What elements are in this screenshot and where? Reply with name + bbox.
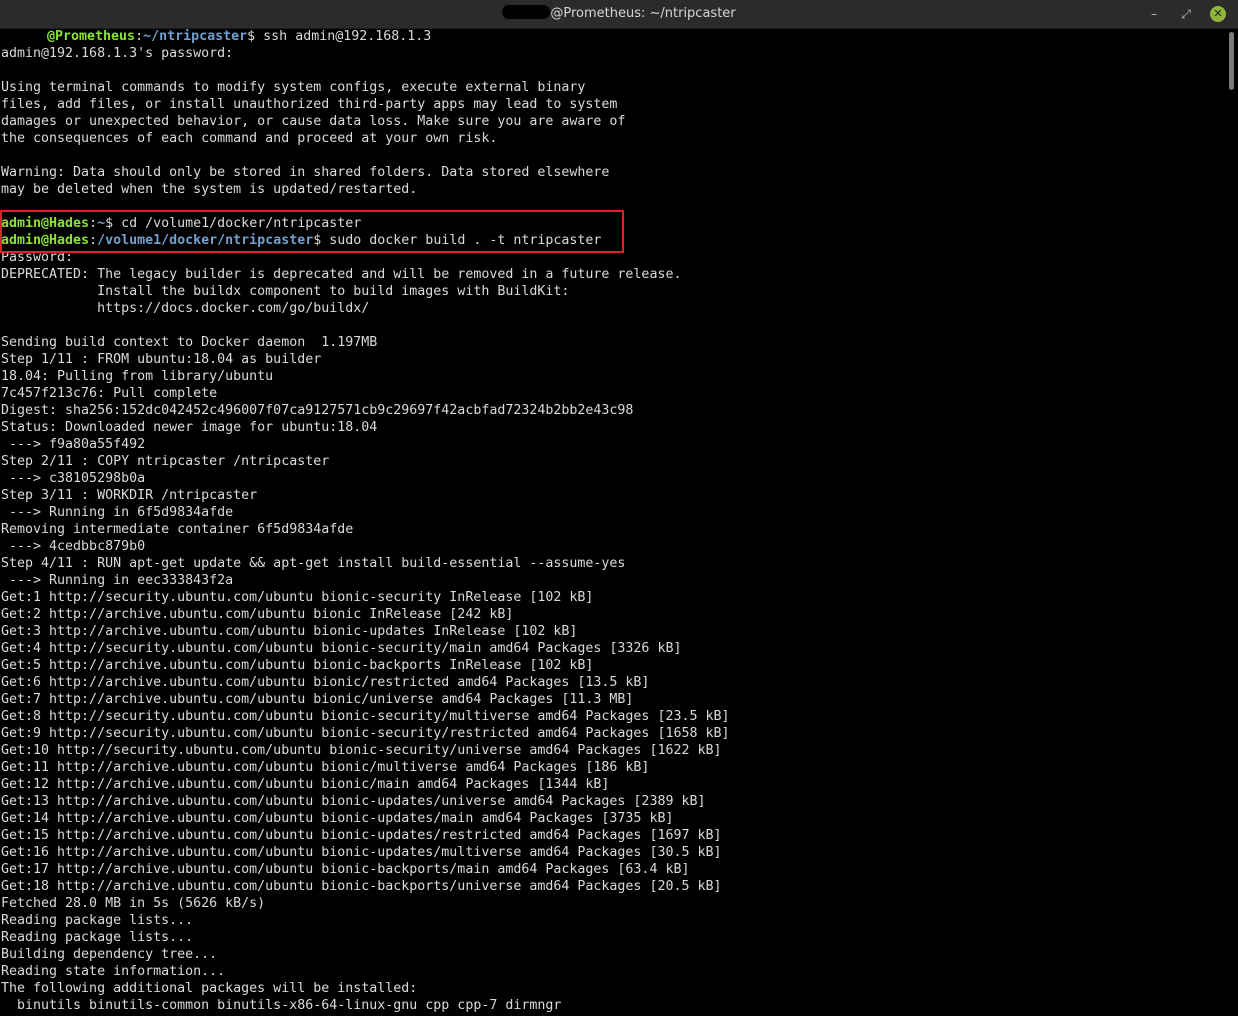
terminal-line: Get:18 http://archive.ubuntu.com/ubuntu … [1,879,722,894]
terminal-line: Get:2 http://archive.ubuntu.com/ubuntu b… [1,607,514,622]
terminal-line: DEPRECATED: The legacy builder is deprec… [1,267,682,282]
terminal-line: Get:5 http://archive.ubuntu.com/ubuntu b… [1,658,594,673]
window-title-text: @Prometheus: ~/ntripcaster [550,6,736,21]
terminal-line: Get:4 http://security.ubuntu.com/ubuntu … [1,641,682,656]
terminal-line: ---> Running in eec333843f2a [1,573,234,588]
terminal-line: Get:14 http://archive.ubuntu.com/ubuntu … [1,811,674,826]
terminal-line: Get:10 http://security.ubuntu.com/ubuntu… [1,743,722,758]
terminal-line: Get:12 http://archive.ubuntu.com/ubuntu … [1,777,610,792]
terminal-line: damages or unexpected behavior, or cause… [1,114,626,129]
terminal-line: Step 1/11 : FROM ubuntu:18.04 as builder [1,352,322,367]
terminal-line: Get:9 http://security.ubuntu.com/ubuntu … [1,726,730,741]
redacted-username [502,5,551,19]
terminal-line: Step 4/11 : RUN apt-get update && apt-ge… [1,556,626,571]
terminal-line: admin@192.168.1.3's password: [1,46,234,61]
terminal-line: Get:6 http://archive.ubuntu.com/ubuntu b… [1,675,650,690]
terminal-line: the consequences of each command and pro… [1,131,498,146]
terminal-line: Reading state information... [1,964,226,979]
restore-button[interactable]: ⤢ [1178,6,1194,22]
terminal-line: ---> Running in 6f5d9834afde [1,505,234,520]
terminal-line: Step 2/11 : COPY ntripcaster /ntripcaste… [1,454,330,469]
prompt-separator: : [135,29,144,44]
terminal-line: binutils binutils-common binutils-x86-64… [1,998,562,1013]
terminal-line: Get:15 http://archive.ubuntu.com/ubuntu … [1,828,722,843]
terminal-line: Reading package lists... [1,913,194,928]
terminal-line: Get:7 http://archive.ubuntu.com/ubuntu b… [1,692,634,707]
minimize-button[interactable]: – [1146,6,1162,22]
terminal-line: Removing intermediate container 6f5d9834… [1,522,354,537]
prompt-host: @Prometheus [47,29,136,44]
terminal-line: Reading package lists... [1,930,194,945]
terminal-line: Install the buildx component to build im… [1,284,570,299]
terminal-line: ---> 4cedbbc879b0 [1,539,146,554]
build-output-block: Password: DEPRECATED: The legacy builder … [1,249,1223,1014]
close-button[interactable]: ✕ [1210,6,1226,22]
terminal-line: Status: Downloaded newer image for ubunt… [1,420,378,435]
terminal-line: Sending build context to Docker daemon 1… [1,335,378,350]
prompt-line-local: @Prometheus:~/ntripcaster$ ssh admin@192… [1,28,1223,45]
terminal-line: Digest: sha256:152dc042452c496007f07ca91… [1,403,634,418]
redacted-user [1,29,47,41]
highlight-box [0,210,624,253]
terminal-line: https://docs.docker.com/go/buildx/ [1,301,370,316]
prompt-command: $ ssh admin@192.168.1.3 [247,29,432,44]
terminal-line: Get:11 http://archive.ubuntu.com/ubuntu … [1,760,650,775]
terminal-line: Building dependency tree... [1,947,218,962]
terminal-line: 7c457f213c76: Pull complete [1,386,218,401]
window-title: @Prometheus: ~/ntripcaster [0,0,1238,28]
prompt-path: ~/ntripcaster [143,29,248,44]
terminal-line: ---> c38105298b0a [1,471,146,486]
scrollbar-thumb[interactable] [1229,32,1234,90]
ssh-banner-block: admin@192.168.1.3's password: Using termi… [1,45,1223,215]
terminal-line: Get:13 http://archive.ubuntu.com/ubuntu … [1,794,706,809]
terminal-line: Get:1 http://security.ubuntu.com/ubuntu … [1,590,594,605]
terminal-scrollbar[interactable] [1226,28,1236,1016]
terminal-line: Get:8 http://security.ubuntu.com/ubuntu … [1,709,730,724]
terminal-line: may be deleted when the system is update… [1,182,418,197]
terminal-line: Using terminal commands to modify system… [1,80,586,95]
terminal-line: 18.04: Pulling from library/ubuntu [1,369,274,384]
terminal-line: Step 3/11 : WORKDIR /ntripcaster [1,488,258,503]
terminal-line: The following additional packages will b… [1,981,418,996]
terminal-line: files, add files, or install unauthorize… [1,97,618,112]
terminal-line: Get:17 http://archive.ubuntu.com/ubuntu … [1,862,690,877]
terminal-line: Warning: Data should only be stored in s… [1,165,610,180]
terminal-line: Get:16 http://archive.ubuntu.com/ubuntu … [1,845,722,860]
terminal-line: Get:3 http://archive.ubuntu.com/ubuntu b… [1,624,578,639]
terminal-line: ---> f9a80a55f492 [1,437,146,452]
terminal-line: Fetched 28.0 MB in 5s (5626 kB/s) [1,896,266,911]
terminal-output[interactable]: @Prometheus:~/ntripcaster$ ssh admin@192… [1,28,1223,1016]
window-titlebar[interactable]: @Prometheus: ~/ntripcaster – ⤢ ✕ [0,0,1238,29]
